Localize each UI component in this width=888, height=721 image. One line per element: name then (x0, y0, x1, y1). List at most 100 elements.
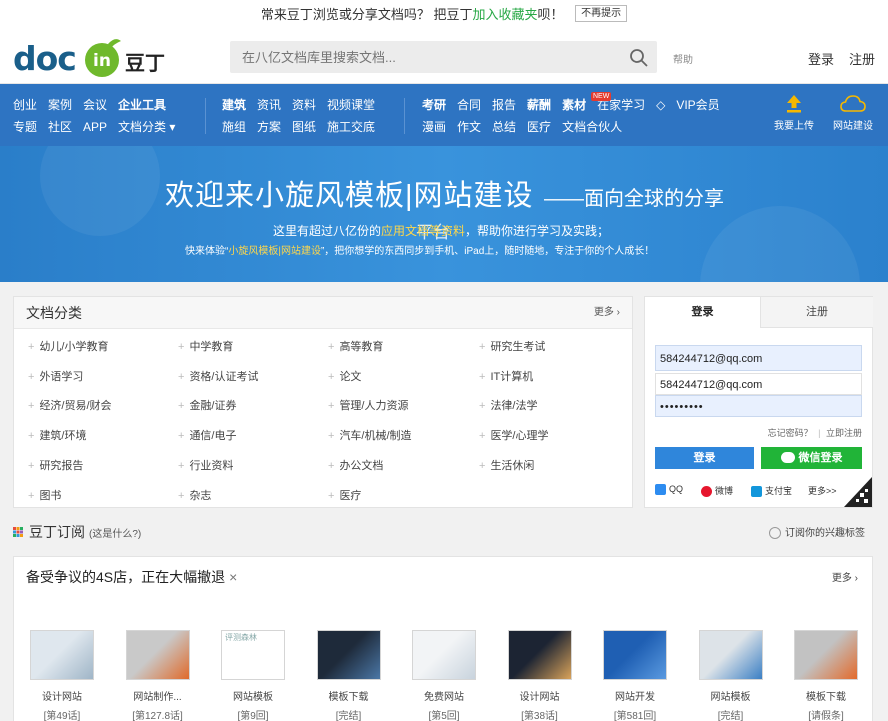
what-is-this-link[interactable]: (这是什么?) (89, 529, 141, 540)
nav-item[interactable]: 资料 (292, 98, 316, 112)
nav-item[interactable]: 建筑 (222, 98, 246, 112)
weibo-login[interactable]: 微博 (701, 484, 733, 498)
category-item[interactable]: + 幼儿/小学教育 (28, 338, 109, 354)
nav-item[interactable]: 文档合伙人 (562, 120, 622, 134)
alipay-login[interactable]: 支付宝 (751, 484, 792, 498)
autofill-suggestion[interactable]: 584244712@qq.com (655, 345, 862, 371)
search-icon[interactable] (629, 48, 649, 68)
login-link[interactable]: 登录 (808, 49, 834, 68)
nav-item[interactable]: APP (83, 120, 107, 134)
doc-thumbnail[interactable] (507, 630, 572, 680)
tab-register[interactable]: 注册 (760, 297, 873, 328)
doc-name[interactable]: 网站模板 (696, 688, 766, 703)
search-input[interactable] (230, 41, 620, 73)
feed-doc-item[interactable]: 设计网站 [第38话] (505, 630, 575, 721)
nav-item[interactable]: 漫画 (422, 120, 446, 134)
doc-thumbnail[interactable] (698, 630, 763, 680)
feed-doc-item[interactable]: 模板下载 [完结] (314, 630, 384, 721)
add-favorite-link[interactable]: 加入收藏夹 (472, 7, 537, 22)
nav-item[interactable]: 素材 (562, 98, 586, 112)
category-item[interactable]: + 高等教育 (328, 338, 383, 354)
nav-item[interactable]: 医疗 (527, 120, 551, 134)
qq-login[interactable]: QQ (655, 484, 683, 496)
feed-doc-item[interactable]: 设计网站 [第49话] (27, 630, 97, 721)
feed-doc-item[interactable]: 网站模板 [完结] (696, 630, 766, 721)
category-item[interactable]: + 汽车/机械/制造 (328, 427, 412, 443)
nav-item[interactable]: 社区 (48, 120, 72, 134)
doc-name[interactable]: 网站模板 (218, 688, 288, 703)
category-item[interactable]: + 杂志 (178, 487, 211, 503)
category-item[interactable]: + 生活休闲 (479, 457, 534, 473)
website-build-button[interactable]: 网站建设 (828, 94, 878, 132)
logo[interactable]: doc in 豆丁 (13, 34, 173, 80)
category-item[interactable]: + 外语学习 (28, 368, 83, 384)
follow-tags-link[interactable]: 订阅你的兴趣标签 (769, 524, 865, 540)
tab-login[interactable]: 登录 (645, 297, 760, 328)
feed-more-link[interactable]: 更多 › (832, 569, 858, 584)
nav-item[interactable]: 报告 (492, 98, 516, 112)
category-item[interactable]: + 论文 (328, 368, 361, 384)
nav-item[interactable]: 资讯 (257, 98, 281, 112)
nav-item[interactable]: 作文 (457, 120, 481, 134)
nav-item[interactable]: 施工交底 (327, 120, 375, 134)
doc-name[interactable]: 网站制作... (123, 688, 193, 703)
category-item[interactable]: + 医疗 (328, 487, 361, 503)
feed-title[interactable]: 备受争议的4S店，正在大幅撤退 × (26, 567, 237, 587)
doc-thumbnail[interactable] (794, 630, 858, 680)
doc-name[interactable]: 设计网站 (505, 688, 575, 703)
category-item[interactable]: + 研究报告 (28, 457, 83, 473)
feed-doc-item[interactable]: 模板下载 [请假条] (791, 630, 861, 721)
feed-doc-item[interactable]: 网站制作... [第127.8话] (123, 630, 193, 721)
more-login-options[interactable]: 更多>> (808, 484, 837, 497)
category-item[interactable]: + 中学教育 (178, 338, 233, 354)
feed-doc-item[interactable]: 评测森林 网站模板 [第9回] (218, 630, 288, 721)
feed-doc-item[interactable]: 免费网站 [第5回] (409, 630, 479, 721)
nav-item[interactable]: 合同 (457, 98, 481, 112)
doc-name[interactable]: 网站开发 (600, 688, 670, 703)
doc-name[interactable]: 免费网站 (409, 688, 479, 703)
nav-item[interactable]: 施组 (222, 120, 246, 134)
nav-item[interactable]: 总结 (492, 120, 516, 134)
forgot-password-link[interactable]: 忘记密码？ (768, 428, 813, 438)
username-field[interactable]: 584244712@qq.com (655, 373, 862, 395)
doc-thumbnail[interactable] (603, 630, 667, 680)
nav-item[interactable]: 创业 (13, 98, 37, 112)
feed-doc-item[interactable]: 网站开发 [第581回] (600, 630, 670, 721)
nav-item[interactable]: 考研 (422, 98, 446, 112)
doc-thumbnail[interactable] (412, 630, 476, 680)
nav-item-doc-categories[interactable]: 文档分类 ▾ (118, 120, 175, 134)
register-link[interactable]: 注册 (849, 49, 875, 68)
register-now-link[interactable]: 立即注册 (826, 428, 862, 438)
category-item[interactable]: + 医学/心理学 (479, 427, 549, 443)
category-item[interactable]: + 金融/证券 (178, 397, 237, 413)
categories-more-link[interactable]: 更多 › (594, 297, 620, 329)
dismiss-notice-button[interactable]: 不再提示 (575, 5, 628, 23)
nav-item[interactable]: 方案 (257, 120, 281, 134)
upload-button[interactable]: 我要上传 (769, 94, 819, 132)
login-button[interactable]: 登录 (655, 447, 754, 469)
password-field[interactable]: ••••••••• (655, 395, 862, 417)
nav-item[interactable]: 薪酬 (527, 98, 551, 112)
doc-name[interactable]: 设计网站 (27, 688, 97, 703)
nav-item[interactable]: 会议 (83, 98, 107, 112)
nav-item[interactable]: 企业工具 (118, 98, 166, 112)
nav-item[interactable]: 专题 (13, 120, 37, 134)
category-item[interactable]: + 管理/人力资源 (328, 397, 409, 413)
wechat-login-button[interactable]: 微信登录 (761, 447, 862, 469)
nav-item-vip[interactable]: ◇ VIP会员 (656, 98, 731, 112)
category-item[interactable]: + 法律/法学 (479, 397, 538, 413)
help-link[interactable]: 帮助 (673, 51, 693, 66)
doc-thumbnail[interactable] (125, 630, 190, 680)
category-item[interactable]: + 经济/贸易/财会 (28, 397, 112, 413)
nav-item[interactable]: 案例 (48, 98, 72, 112)
doc-name[interactable]: 模板下载 (791, 688, 861, 703)
category-item[interactable]: + 资格/认证考试 (178, 368, 259, 384)
qrcode-corner-icon[interactable] (844, 477, 872, 507)
doc-thumbnail[interactable] (30, 630, 94, 680)
doc-thumbnail[interactable]: 评测森林 (221, 630, 285, 680)
category-item[interactable]: + 建筑/环境 (28, 427, 87, 443)
category-item[interactable]: + IT计算机 (479, 368, 533, 384)
category-item[interactable]: + 图书 (28, 487, 61, 503)
category-item[interactable]: + 通信/电子 (178, 427, 237, 443)
doc-thumbnail[interactable] (316, 630, 381, 680)
